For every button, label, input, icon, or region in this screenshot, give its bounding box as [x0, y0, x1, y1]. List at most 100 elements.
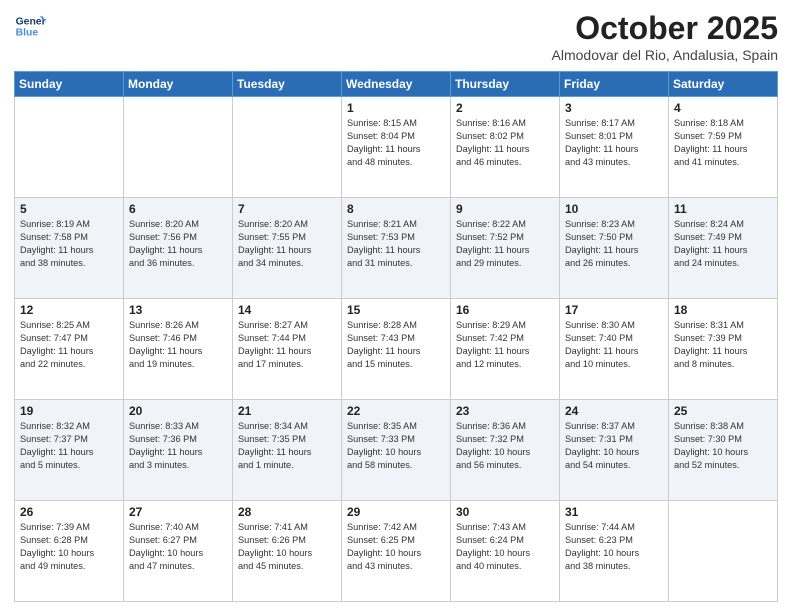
calendar-cell	[124, 97, 233, 198]
calendar-cell: 31 Sunrise: 7:44 AM Sunset: 6:23 PM Dayli…	[560, 501, 669, 602]
day-number: 29	[347, 505, 445, 519]
day-number: 31	[565, 505, 663, 519]
title-block: October 2025 Almodovar del Rio, Andalusi…	[552, 10, 778, 63]
calendar-cell: 28 Sunrise: 7:41 AM Sunset: 6:26 PM Dayli…	[233, 501, 342, 602]
day-info: Sunrise: 8:29 AM Sunset: 7:42 PM Dayligh…	[456, 319, 554, 371]
day-number: 5	[20, 202, 118, 216]
day-number: 7	[238, 202, 336, 216]
calendar-cell: 20 Sunrise: 8:33 AM Sunset: 7:36 PM Dayli…	[124, 400, 233, 501]
day-number: 19	[20, 404, 118, 418]
calendar-cell: 24 Sunrise: 8:37 AM Sunset: 7:31 PM Dayli…	[560, 400, 669, 501]
day-number: 15	[347, 303, 445, 317]
calendar-cell	[15, 97, 124, 198]
day-number: 30	[456, 505, 554, 519]
calendar-week-4: 19Sunrise: 8:32 AM Sunset: 7:37 PM Dayli…	[15, 400, 778, 501]
day-info: Sunrise: 8:26 AM Sunset: 7:46 PM Dayligh…	[129, 319, 227, 371]
calendar-cell: 2 Sunrise: 8:16 AM Sunset: 8:02 PM Daylig…	[451, 97, 560, 198]
day-number: 1	[347, 101, 445, 115]
calendar-cell: 15 Sunrise: 8:28 AM Sunset: 7:43 PM Dayli…	[342, 299, 451, 400]
day-info: Sunrise: 8:34 AM Sunset: 7:35 PM Dayligh…	[238, 420, 336, 472]
day-number: 10	[565, 202, 663, 216]
calendar-week-2: 5Sunrise: 8:19 AM Sunset: 7:58 PM Daylig…	[15, 198, 778, 299]
day-info: Sunrise: 7:41 AM Sunset: 6:26 PM Dayligh…	[238, 521, 336, 573]
day-info: Sunrise: 8:23 AM Sunset: 7:50 PM Dayligh…	[565, 218, 663, 270]
calendar-cell: 29 Sunrise: 7:42 AM Sunset: 6:25 PM Dayli…	[342, 501, 451, 602]
weekday-friday: Friday	[560, 72, 669, 97]
weekday-sunday: Sunday	[15, 72, 124, 97]
day-number: 26	[20, 505, 118, 519]
calendar-cell: 18 Sunrise: 8:31 AM Sunset: 7:39 PM Dayli…	[669, 299, 778, 400]
day-number: 25	[674, 404, 772, 418]
calendar-cell	[233, 97, 342, 198]
svg-text:Blue: Blue	[16, 28, 39, 39]
calendar-cell: 14 Sunrise: 8:27 AM Sunset: 7:44 PM Dayli…	[233, 299, 342, 400]
day-info: Sunrise: 7:43 AM Sunset: 6:24 PM Dayligh…	[456, 521, 554, 573]
day-number: 3	[565, 101, 663, 115]
calendar-cell: 7 Sunrise: 8:20 AM Sunset: 7:55 PM Daylig…	[233, 198, 342, 299]
day-info: Sunrise: 7:42 AM Sunset: 6:25 PM Dayligh…	[347, 521, 445, 573]
month-title: October 2025	[552, 10, 778, 47]
day-number: 6	[129, 202, 227, 216]
weekday-header-row: SundayMondayTuesdayWednesdayThursdayFrid…	[15, 72, 778, 97]
day-info: Sunrise: 8:37 AM Sunset: 7:31 PM Dayligh…	[565, 420, 663, 472]
day-info: Sunrise: 8:20 AM Sunset: 7:55 PM Dayligh…	[238, 218, 336, 270]
calendar-cell: 23 Sunrise: 8:36 AM Sunset: 7:32 PM Dayli…	[451, 400, 560, 501]
day-number: 12	[20, 303, 118, 317]
calendar-cell: 8 Sunrise: 8:21 AM Sunset: 7:53 PM Daylig…	[342, 198, 451, 299]
day-number: 23	[456, 404, 554, 418]
day-number: 28	[238, 505, 336, 519]
day-info: Sunrise: 8:35 AM Sunset: 7:33 PM Dayligh…	[347, 420, 445, 472]
calendar-cell: 6Sunrise: 8:20 AM Sunset: 7:56 PM Daylig…	[124, 198, 233, 299]
day-info: Sunrise: 8:25 AM Sunset: 7:47 PM Dayligh…	[20, 319, 118, 371]
day-info: Sunrise: 8:21 AM Sunset: 7:53 PM Dayligh…	[347, 218, 445, 270]
calendar-cell: 16 Sunrise: 8:29 AM Sunset: 7:42 PM Dayli…	[451, 299, 560, 400]
day-info: Sunrise: 8:24 AM Sunset: 7:49 PM Dayligh…	[674, 218, 772, 270]
calendar-cell: 4Sunrise: 8:18 AM Sunset: 7:59 PM Daylig…	[669, 97, 778, 198]
calendar-table: SundayMondayTuesdayWednesdayThursdayFrid…	[14, 71, 778, 602]
weekday-wednesday: Wednesday	[342, 72, 451, 97]
calendar-week-1: 1 Sunrise: 8:15 AM Sunset: 8:04 PM Daylig…	[15, 97, 778, 198]
day-info: Sunrise: 8:17 AM Sunset: 8:01 PM Dayligh…	[565, 117, 663, 169]
day-number: 14	[238, 303, 336, 317]
day-number: 8	[347, 202, 445, 216]
day-number: 24	[565, 404, 663, 418]
calendar-cell: 27Sunrise: 7:40 AM Sunset: 6:27 PM Dayli…	[124, 501, 233, 602]
day-info: Sunrise: 7:39 AM Sunset: 6:28 PM Dayligh…	[20, 521, 118, 573]
day-info: Sunrise: 8:36 AM Sunset: 7:32 PM Dayligh…	[456, 420, 554, 472]
day-number: 18	[674, 303, 772, 317]
day-info: Sunrise: 7:44 AM Sunset: 6:23 PM Dayligh…	[565, 521, 663, 573]
calendar-cell: 17Sunrise: 8:30 AM Sunset: 7:40 PM Dayli…	[560, 299, 669, 400]
calendar-cell: 22 Sunrise: 8:35 AM Sunset: 7:33 PM Dayli…	[342, 400, 451, 501]
weekday-tuesday: Tuesday	[233, 72, 342, 97]
day-info: Sunrise: 7:40 AM Sunset: 6:27 PM Dayligh…	[129, 521, 227, 573]
logo: General Blue	[14, 10, 46, 42]
calendar-cell: 25 Sunrise: 8:38 AM Sunset: 7:30 PM Dayli…	[669, 400, 778, 501]
day-info: Sunrise: 8:30 AM Sunset: 7:40 PM Dayligh…	[565, 319, 663, 371]
day-info: Sunrise: 8:33 AM Sunset: 7:36 PM Dayligh…	[129, 420, 227, 472]
page: General Blue October 2025 Almodovar del …	[0, 0, 792, 612]
day-info: Sunrise: 8:27 AM Sunset: 7:44 PM Dayligh…	[238, 319, 336, 371]
day-info: Sunrise: 8:16 AM Sunset: 8:02 PM Dayligh…	[456, 117, 554, 169]
calendar-cell: 30 Sunrise: 7:43 AM Sunset: 6:24 PM Dayli…	[451, 501, 560, 602]
day-number: 22	[347, 404, 445, 418]
calendar-cell: 1 Sunrise: 8:15 AM Sunset: 8:04 PM Daylig…	[342, 97, 451, 198]
calendar-cell: 10 Sunrise: 8:23 AM Sunset: 7:50 PM Dayli…	[560, 198, 669, 299]
day-info: Sunrise: 8:38 AM Sunset: 7:30 PM Dayligh…	[674, 420, 772, 472]
calendar-cell	[669, 501, 778, 602]
day-info: Sunrise: 8:15 AM Sunset: 8:04 PM Dayligh…	[347, 117, 445, 169]
day-number: 11	[674, 202, 772, 216]
weekday-saturday: Saturday	[669, 72, 778, 97]
day-info: Sunrise: 8:22 AM Sunset: 7:52 PM Dayligh…	[456, 218, 554, 270]
day-number: 13	[129, 303, 227, 317]
day-number: 2	[456, 101, 554, 115]
weekday-monday: Monday	[124, 72, 233, 97]
day-number: 4	[674, 101, 772, 115]
calendar-cell: 3 Sunrise: 8:17 AM Sunset: 8:01 PM Daylig…	[560, 97, 669, 198]
day-number: 20	[129, 404, 227, 418]
day-number: 16	[456, 303, 554, 317]
location: Almodovar del Rio, Andalusia, Spain	[552, 47, 778, 63]
day-info: Sunrise: 8:31 AM Sunset: 7:39 PM Dayligh…	[674, 319, 772, 371]
calendar-cell: 21Sunrise: 8:34 AM Sunset: 7:35 PM Dayli…	[233, 400, 342, 501]
day-info: Sunrise: 8:28 AM Sunset: 7:43 PM Dayligh…	[347, 319, 445, 371]
calendar-week-3: 12 Sunrise: 8:25 AM Sunset: 7:47 PM Dayli…	[15, 299, 778, 400]
